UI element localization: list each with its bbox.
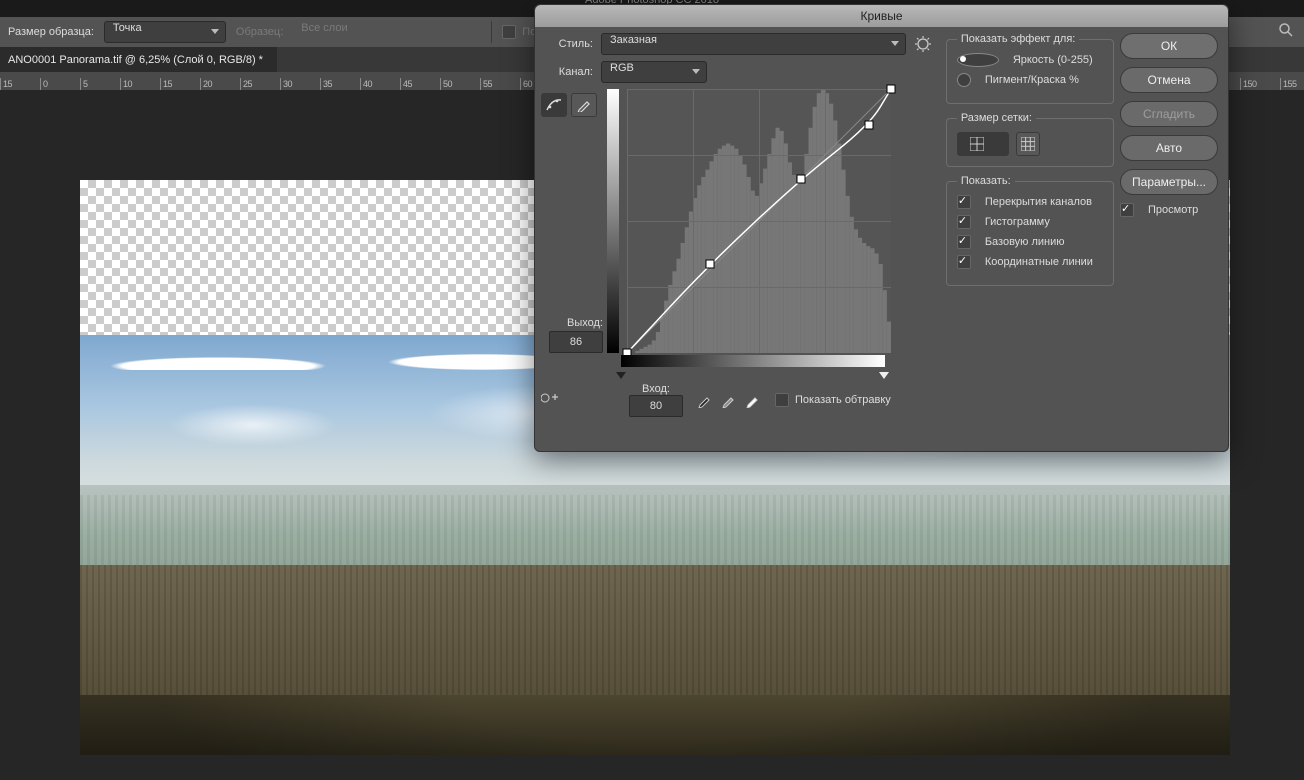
output-field[interactable] <box>549 331 603 353</box>
preview-checkbox[interactable]: Просмотр <box>1120 203 1218 217</box>
effect-fieldset: Показать эффект для: Яркость (0-255) Пиг… <box>946 33 1114 104</box>
cancel-button[interactable]: Отмена <box>1120 67 1218 93</box>
curve-point[interactable] <box>705 259 714 268</box>
grid-fine[interactable] <box>1016 132 1040 156</box>
checkbox-icon <box>502 25 516 39</box>
curve-point[interactable] <box>865 121 874 130</box>
radio-icon <box>957 53 999 67</box>
on-image-tool[interactable] <box>541 392 561 408</box>
style-label: Стиль: <box>541 38 593 50</box>
channel-value: RGB <box>610 62 634 74</box>
sample-size-label: Размер образца: <box>8 26 94 38</box>
check-overlays[interactable]: Перекрытия каналов <box>957 195 1103 209</box>
channel-label: Канал: <box>541 66 593 78</box>
curves-graph[interactable] <box>627 89 891 353</box>
check-histogram[interactable]: Гистограмму <box>957 215 1103 229</box>
channel-select[interactable]: RGB <box>601 61 707 83</box>
checkbox-icon <box>957 235 971 249</box>
document-tab[interactable]: ANO0001 Panorama.tif @ 6,25% (Слой 0, RG… <box>0 47 277 72</box>
auto-button[interactable]: Авто <box>1120 135 1218 161</box>
gridsize-legend: Размер сетки: <box>957 112 1036 124</box>
curve-tool-point[interactable] <box>541 93 567 117</box>
chevron-down-icon <box>891 41 899 47</box>
output-label: Выход: <box>541 317 603 329</box>
curve-point[interactable] <box>887 85 896 94</box>
checkbox-icon <box>1120 203 1134 217</box>
options-button[interactable]: Параметры... <box>1120 169 1218 195</box>
curve-tool-pencil[interactable] <box>571 93 597 117</box>
radio-pigment[interactable]: Пигмент/Краска % <box>957 73 1103 87</box>
sample-size-select[interactable]: Точка <box>104 21 226 43</box>
checkbox-icon <box>957 215 971 229</box>
chevron-down-icon <box>211 29 219 35</box>
overlays-label: Перекрытия каналов <box>985 196 1092 208</box>
curve-point[interactable] <box>796 175 805 184</box>
chevron-down-icon <box>692 69 700 75</box>
white-point-slider[interactable] <box>879 372 889 379</box>
input-field[interactable] <box>629 395 683 417</box>
output-gradient <box>607 89 619 353</box>
pigment-label: Пигмент/Краска % <box>985 74 1079 86</box>
grid-coarse[interactable] <box>957 132 1009 156</box>
show-clipping-checkbox[interactable]: Показать обтравку <box>775 393 891 407</box>
preset-options-icon[interactable] <box>914 35 932 53</box>
show-fieldset: Показать: Перекрытия каналов Гистограмму… <box>946 175 1114 286</box>
check-baseline[interactable]: Базовую линию <box>957 235 1103 249</box>
preview-label: Просмотр <box>1148 204 1198 216</box>
show-legend: Показать: <box>957 175 1015 187</box>
eyedropper-gray-icon[interactable] <box>721 392 737 408</box>
search-icon[interactable] <box>1278 22 1294 38</box>
style-value: Заказная <box>610 34 657 46</box>
brightness-label: Яркость (0-255) <box>1013 54 1093 66</box>
eyedropper-black-icon[interactable] <box>697 392 713 408</box>
input-gradient <box>621 355 885 367</box>
checkbox-icon <box>957 195 971 209</box>
sample-value: Все слои <box>301 22 347 34</box>
eyedropper-white-icon[interactable] <box>745 392 761 408</box>
checkbox-icon <box>775 393 789 407</box>
sample-select[interactable]: Все слои <box>293 22 481 42</box>
curve-line <box>627 89 891 353</box>
radio-icon <box>957 73 971 87</box>
sample-size-value: Точка <box>113 22 142 34</box>
ok-button[interactable]: ОК <box>1120 33 1218 59</box>
effect-legend: Показать эффект для: <box>957 33 1080 45</box>
input-label: Вход: <box>629 383 683 395</box>
show-clipping-label: Показать обтравку <box>795 394 891 406</box>
black-point-slider[interactable] <box>616 372 626 379</box>
smooth-button[interactable]: Сгладить <box>1120 101 1218 127</box>
radio-brightness[interactable]: Яркость (0-255) <box>957 53 1103 67</box>
histogram-label: Гистограмму <box>985 216 1050 228</box>
baseline-label: Базовую линию <box>985 236 1065 248</box>
checkbox-icon <box>957 255 971 269</box>
style-select[interactable]: Заказная <box>601 33 906 55</box>
curves-dialog: Кривые Стиль: Заказная Канал: RGB <box>534 4 1229 452</box>
dialog-title: Кривые <box>535 5 1228 27</box>
document-tab-label: ANO0001 Panorama.tif @ 6,25% (Слой 0, RG… <box>8 54 263 66</box>
sample-label: Образец: <box>236 26 283 38</box>
check-intersection[interactable]: Координатные линии <box>957 255 1103 269</box>
intersection-label: Координатные линии <box>985 256 1093 268</box>
gridsize-fieldset: Размер сетки: <box>946 112 1114 167</box>
